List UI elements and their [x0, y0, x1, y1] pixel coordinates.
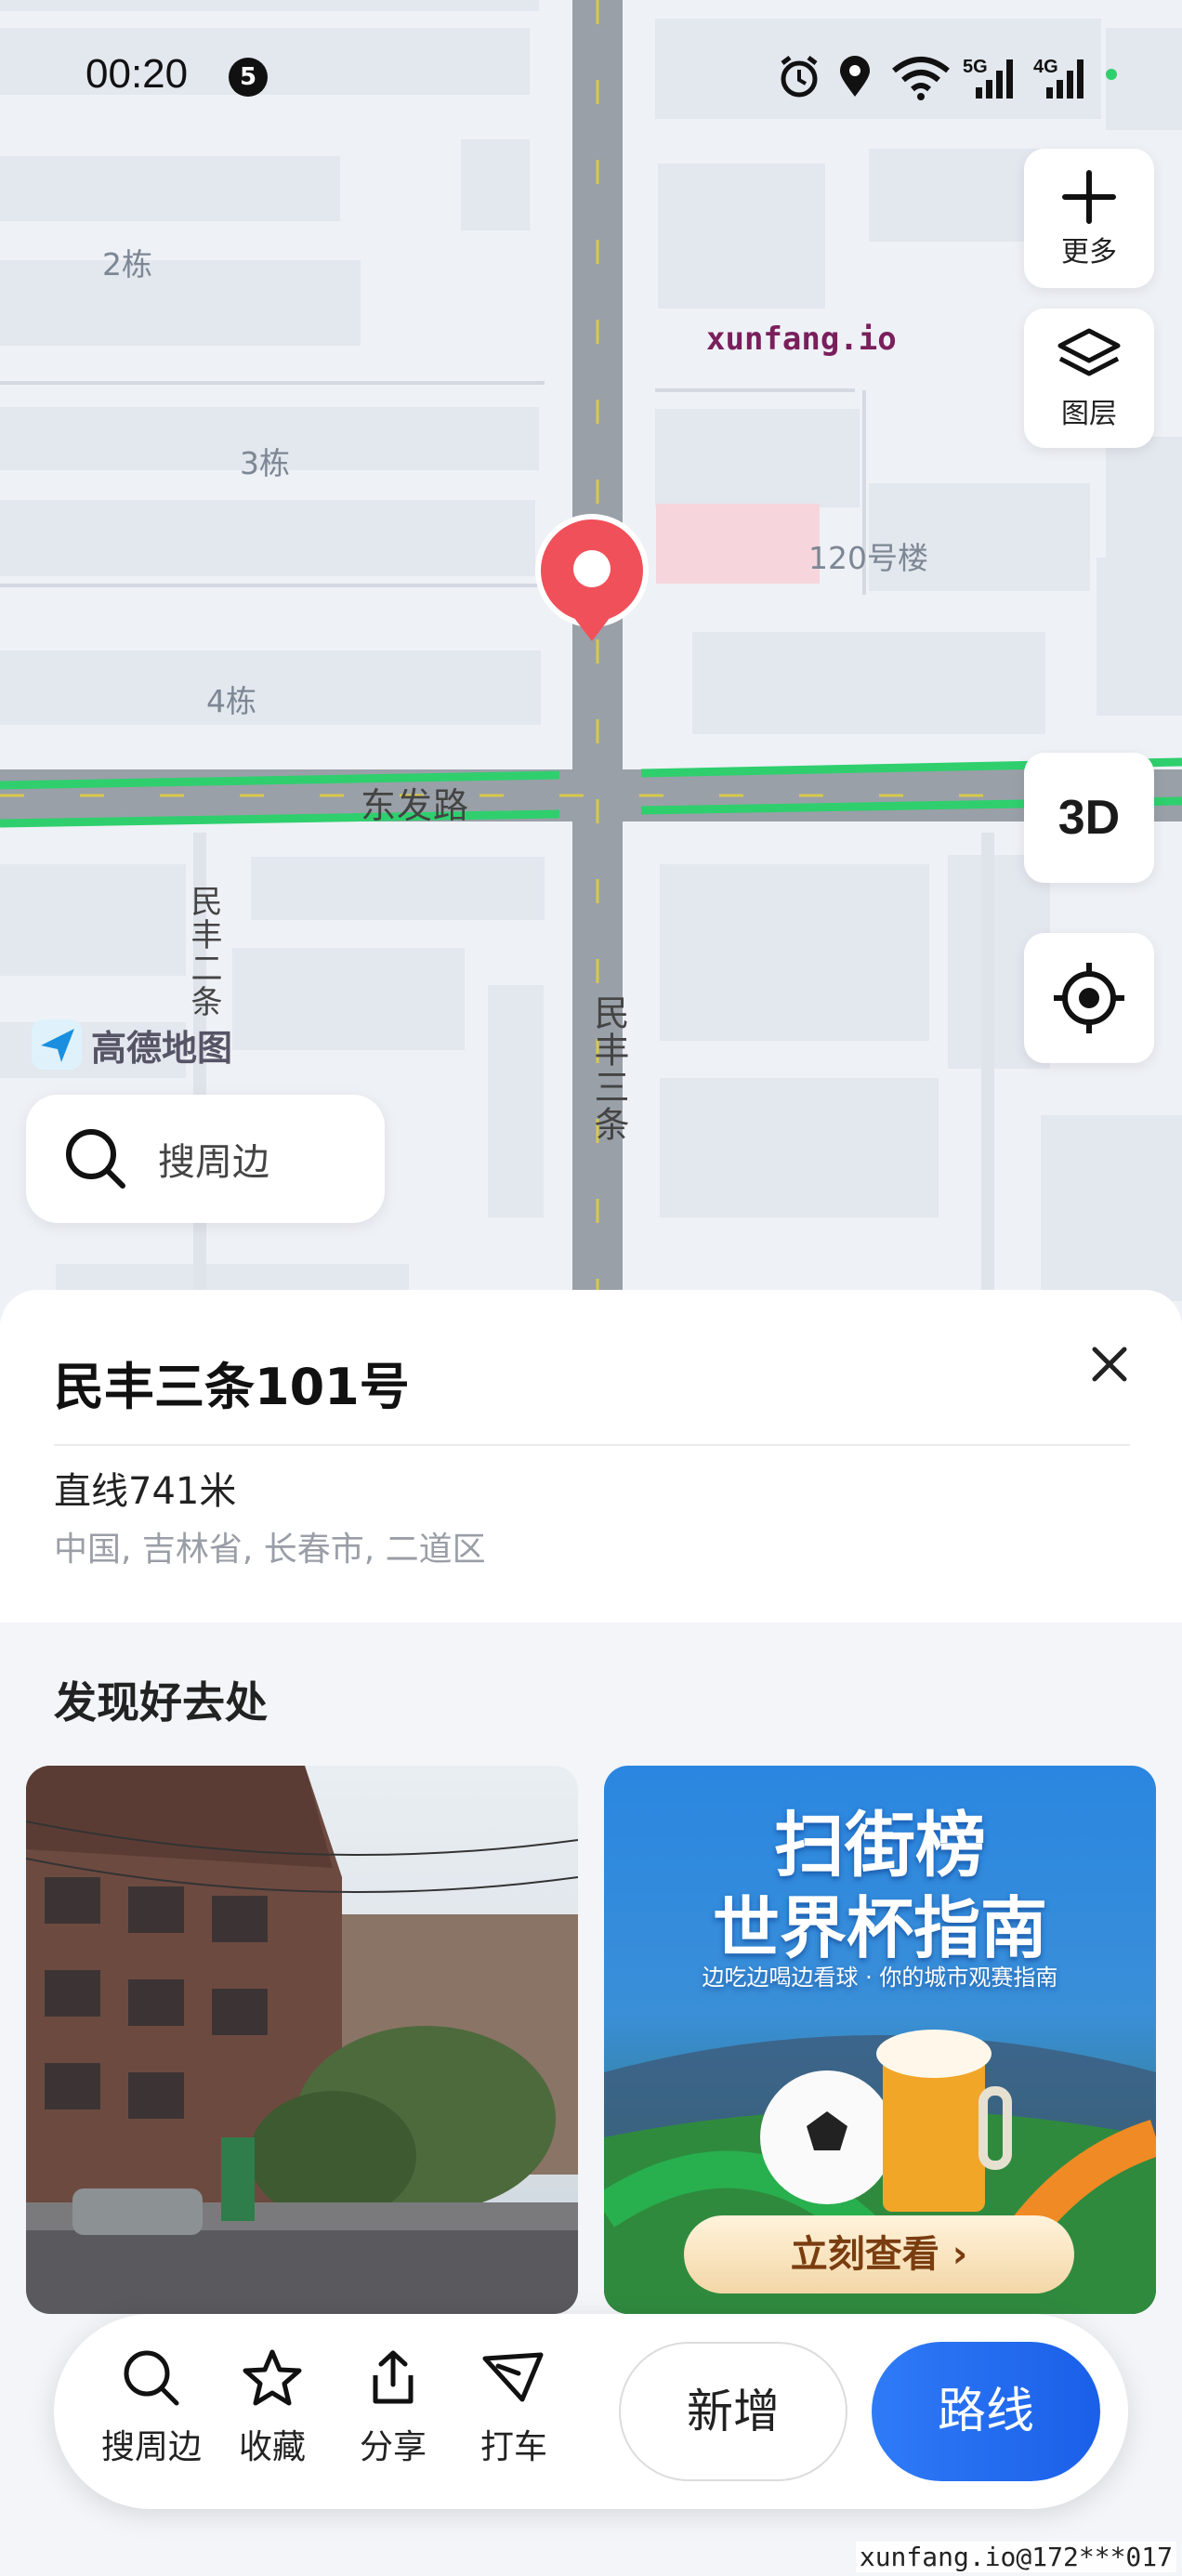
route-button[interactable]: 路线	[872, 2342, 1100, 2481]
distance-text: 直线741米	[54, 1470, 237, 1513]
taxi-icon	[482, 2352, 544, 2402]
location-icon	[840, 56, 870, 97]
location-pin-icon	[535, 514, 649, 641]
divider	[54, 1444, 1130, 1446]
share-icon	[373, 2350, 414, 2404]
search-nearby-label: 搜周边	[158, 1141, 269, 1184]
map-watermark: xunfang.io	[706, 321, 897, 358]
action-bar: 搜周边 收藏 分享 打车 新增 路线	[54, 2314, 1128, 2509]
building-label-2: 2栋	[102, 246, 152, 283]
view-now-button[interactable]: 立刻查看 ›	[684, 2215, 1074, 2293]
search-nearby-button[interactable]: 搜周边	[26, 1095, 385, 1223]
signal-5g-icon: 5G	[963, 57, 1013, 99]
layers-label: 图层	[1061, 398, 1117, 430]
more-label: 更多	[1061, 236, 1117, 269]
map-view[interactable]: 2栋 3栋 4栋 120号楼 东发路 民丰三条 民丰二条 xunfang.io …	[0, 0, 1182, 1320]
amap-logo-text: 高德地图	[91, 1027, 233, 1069]
close-icon[interactable]	[1082, 1336, 1137, 1392]
layers-icon	[1057, 328, 1121, 376]
search-nearby-action[interactable]: 搜周边	[91, 2347, 212, 2468]
ad-subtitle: 边吃边喝边看球 · 你的城市观赛指南	[702, 1965, 1058, 1991]
svg-text:4G: 4G	[1033, 57, 1058, 77]
add-button[interactable]: 新增	[619, 2342, 847, 2481]
search-icon	[66, 1129, 125, 1189]
road-label-dongfa: 东发路	[361, 785, 470, 826]
wifi-icon	[892, 57, 950, 100]
signal-4g-icon: 4G	[1033, 57, 1084, 99]
place-photo-card[interactable]	[26, 1766, 578, 2314]
notification-badge: 5	[229, 58, 268, 97]
share-action[interactable]: 分享	[333, 2347, 453, 2468]
status-dot	[1106, 69, 1117, 80]
ad-title-line2: 世界杯指南	[712, 1889, 1047, 1967]
taxi-action-label: 打车	[479, 2428, 547, 2466]
layers-button[interactable]: 图层	[1024, 309, 1154, 448]
favorite-action[interactable]: 收藏	[212, 2347, 333, 2468]
clock: 00:20	[85, 51, 189, 97]
amap-logo-icon	[32, 1019, 82, 1070]
plus-icon	[1062, 170, 1116, 224]
3d-toggle-button[interactable]: 3D	[1024, 753, 1154, 883]
world-cup-guide-ad-card[interactable]: 扫街榜 世界杯指南 边吃边喝边看球 · 你的城市观赛指南 立刻查看 ›	[604, 1766, 1156, 2314]
building-label-3: 3栋	[240, 445, 290, 481]
locate-icon	[1054, 963, 1124, 1033]
building-label-120: 120号楼	[808, 540, 928, 576]
amap-logo: 高德地图	[30, 1018, 232, 1071]
search-nearby-action-label: 搜周边	[100, 2428, 202, 2466]
building-label-4: 4栋	[206, 683, 256, 719]
more-button[interactable]: 更多	[1024, 149, 1154, 288]
street-photo	[26, 1766, 578, 2314]
road-label-minfeng2: 民丰二条	[185, 885, 222, 1019]
footer-watermark: xunfang.io@172***017	[855, 2542, 1176, 2572]
star-icon	[243, 2349, 302, 2406]
discover-title: 发现好去处	[54, 1677, 268, 1728]
status-bar: 00:20 5 5G 4G	[0, 46, 1182, 112]
locate-me-button[interactable]	[1024, 933, 1154, 1063]
favorite-action-label: 收藏	[238, 2428, 306, 2466]
alarm-icon	[781, 56, 818, 98]
svg-text:5G: 5G	[963, 57, 988, 77]
address-text: 中国, 吉林省, 长春市, 二道区	[54, 1531, 486, 1569]
road-label-minfeng3: 民丰三条	[588, 994, 629, 1143]
share-action-label: 分享	[359, 2428, 427, 2466]
place-title: 民丰三条101号	[54, 1358, 410, 1416]
taxi-action[interactable]: 打车	[453, 2347, 574, 2468]
search-icon	[124, 2350, 179, 2406]
